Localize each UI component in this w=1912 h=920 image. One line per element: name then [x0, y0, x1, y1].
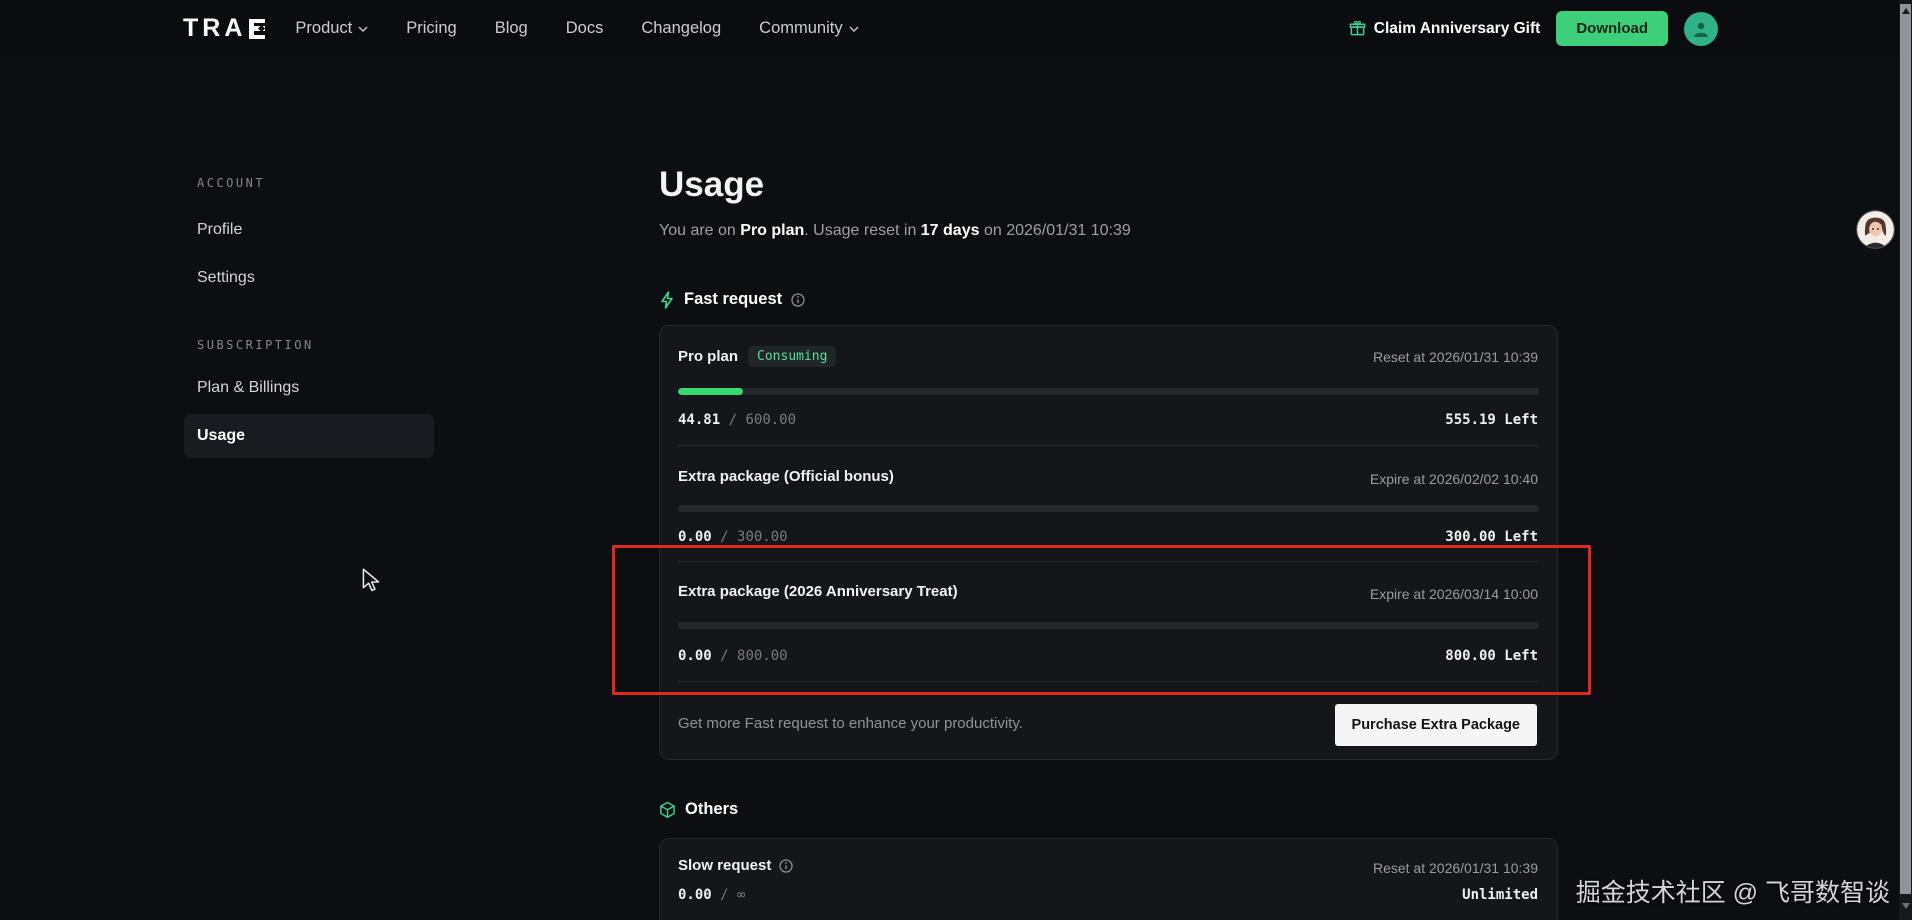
- usage-numbers: 0.00 / ∞ Unlimited: [678, 887, 1539, 903]
- separator: /: [729, 412, 737, 428]
- info-icon[interactable]: [791, 293, 805, 307]
- total-value: 600.00: [745, 412, 796, 428]
- nav-label: Pricing: [406, 19, 456, 38]
- others-title: Others: [685, 800, 738, 819]
- trae-logo[interactable]: TRA: [183, 14, 265, 43]
- expire-date-text: Expire at 2026/03/14 10:00: [1370, 586, 1538, 602]
- others-card: Slow request Reset at 2026/01/31 10:39 0…: [659, 838, 1558, 920]
- mouse-cursor: [360, 568, 382, 597]
- cartoon-avatar-icon: [1857, 211, 1894, 248]
- page-title: Usage: [659, 165, 764, 205]
- nav-label: Community: [759, 19, 842, 38]
- total-value: ∞: [737, 887, 745, 903]
- sidebar-item-plan-billings[interactable]: Plan & Billings: [197, 379, 299, 397]
- watermark-text: 掘金技术社区 @ 飞哥数智谈: [1576, 873, 1890, 909]
- footer-hint-text: Get more Fast request to enhance your pr…: [678, 715, 1023, 732]
- nav-label: Product: [295, 19, 352, 38]
- reset-date-text: Reset at 2026/01/31 10:39: [1373, 860, 1538, 876]
- used-value: 0.00: [678, 529, 712, 545]
- fast-request-card: Pro plan Consuming Reset at 2026/01/31 1…: [659, 325, 1558, 760]
- sidebar-item-settings[interactable]: Settings: [197, 269, 255, 287]
- progress-bar: [678, 388, 1539, 395]
- top-navbar: TRA Product Pricing Blog Docs Changelog …: [0, 0, 1912, 57]
- total-value: 300.00: [737, 529, 788, 545]
- unlimited-value: Unlimited: [1462, 887, 1538, 903]
- nav-label: Docs: [566, 19, 604, 38]
- sidebar-item-profile[interactable]: Profile: [197, 221, 242, 239]
- logo-text: TRA: [183, 14, 246, 43]
- person-icon: [1691, 19, 1711, 39]
- logo-e-glyph: [249, 19, 265, 39]
- sidebar-item-usage-label: Usage: [184, 414, 434, 458]
- progress-fill: [678, 388, 743, 395]
- cube-icon: [659, 801, 676, 819]
- used-value: 44.81: [678, 412, 720, 428]
- separator: /: [720, 529, 728, 545]
- subtitle-plan-name: Pro plan: [740, 222, 804, 239]
- consuming-badge: Consuming: [748, 346, 836, 367]
- sidebar-section-subscription: SUBSCRIPTION: [197, 338, 314, 352]
- navbar-right-cluster: Claim Anniversary Gift Download: [1349, 11, 1912, 46]
- subtitle-middle: . Usage reset in: [804, 222, 921, 239]
- nav-item-community[interactable]: Community: [759, 19, 858, 38]
- separator: /: [720, 887, 728, 903]
- claim-anniversary-gift-link[interactable]: Claim Anniversary Gift: [1349, 20, 1541, 38]
- used-value: 0.00: [678, 648, 712, 664]
- sidebar-section-account: ACCOUNT: [197, 176, 265, 190]
- nav-item-docs[interactable]: Docs: [566, 19, 604, 38]
- left-value: 300.00 Left: [1445, 529, 1538, 545]
- nav-label: Blog: [495, 19, 528, 38]
- usage-numbers: 0.00 / 800.00 800.00 Left: [678, 648, 1539, 664]
- row-divider: [678, 561, 1539, 562]
- floating-user-avatar[interactable]: [1857, 211, 1894, 248]
- used-value: 0.00: [678, 887, 712, 903]
- reset-date-text: Reset at 2026/01/31 10:39: [1373, 349, 1538, 365]
- row-title-official-bonus: Extra package (Official bonus): [678, 468, 894, 485]
- subtitle-reset-date: on 2026/01/31 10:39: [980, 222, 1131, 239]
- claim-gift-label: Claim Anniversary Gift: [1374, 20, 1541, 38]
- left-value: 800.00 Left: [1445, 648, 1538, 664]
- chevron-down-icon: [358, 26, 368, 32]
- row-divider: [678, 445, 1539, 446]
- info-icon[interactable]: [779, 859, 793, 873]
- purchase-extra-package-button[interactable]: Purchase Extra Package: [1335, 704, 1537, 746]
- nav-item-pricing[interactable]: Pricing: [406, 19, 456, 38]
- row-label: Slow request: [678, 857, 771, 874]
- chevron-down-icon: [849, 26, 859, 32]
- subtitle-days: 17 days: [921, 222, 980, 239]
- fast-request-section-header: Fast request: [659, 290, 805, 309]
- vertical-scrollbar[interactable]: [1899, 0, 1912, 920]
- nav-item-blog[interactable]: Blog: [495, 19, 528, 38]
- row-divider: [678, 681, 1539, 682]
- nav-item-changelog[interactable]: Changelog: [641, 19, 721, 38]
- fast-request-title: Fast request: [684, 290, 782, 309]
- subtitle-prefix: You are on: [659, 222, 740, 239]
- separator: /: [720, 648, 728, 664]
- account-avatar-button[interactable]: [1684, 12, 1718, 46]
- left-value: 555.19 Left: [1445, 412, 1538, 428]
- row-title-anniversary-treat: Extra package (2026 Anniversary Treat): [678, 583, 958, 600]
- sidebar-item-usage-active[interactable]: Usage: [184, 414, 434, 458]
- trae-usage-page: TRA Product Pricing Blog Docs Changelog …: [0, 0, 1912, 920]
- total-value: 800.00: [737, 648, 788, 664]
- scrollbar-down-arrow-icon[interactable]: [1902, 903, 1910, 909]
- nav-label: Changelog: [641, 19, 721, 38]
- plan-subtitle: You are on Pro plan. Usage reset in 17 d…: [659, 222, 1131, 240]
- row-title-pro-plan: Pro plan Consuming: [678, 346, 836, 367]
- progress-bar: [678, 505, 1539, 512]
- gift-icon: [1349, 20, 1366, 37]
- download-button[interactable]: Download: [1556, 11, 1668, 46]
- nav-item-product[interactable]: Product: [295, 19, 368, 38]
- others-section-header: Others: [659, 800, 738, 819]
- usage-numbers: 44.81 / 600.00 555.19 Left: [678, 412, 1539, 428]
- scrollbar-thumb[interactable]: [1900, 4, 1911, 894]
- row-title-slow-request: Slow request: [678, 857, 793, 874]
- scrollbar-up-arrow-icon[interactable]: [1902, 8, 1910, 14]
- nav-links: Product Pricing Blog Docs Changelog Comm…: [295, 19, 858, 38]
- expire-date-text: Expire at 2026/02/02 10:40: [1370, 471, 1538, 487]
- row-label: Pro plan: [678, 348, 738, 365]
- progress-bar: [678, 622, 1539, 629]
- usage-numbers: 0.00 / 300.00 300.00 Left: [678, 529, 1539, 545]
- lightning-icon: [659, 291, 675, 309]
